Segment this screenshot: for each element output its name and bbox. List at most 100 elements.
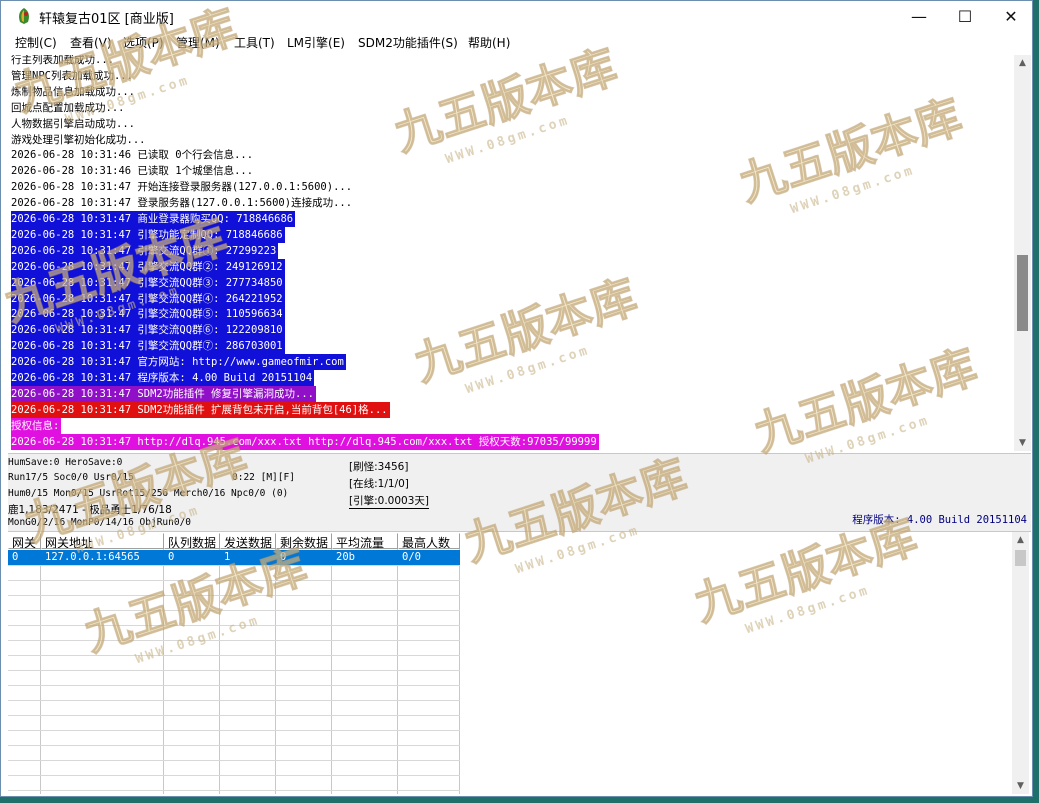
grid-line — [331, 549, 332, 794]
grid-line — [8, 655, 460, 656]
close-button[interactable]: ✕ — [988, 1, 1034, 31]
menu-manage[interactable]: 管理(M) — [176, 34, 220, 51]
menu-help[interactable]: 帮助(H) — [468, 34, 510, 51]
grid-line — [8, 610, 460, 611]
log-line: 2026-06-28 10:31:46 已读取 0个行会信息... — [11, 147, 256, 164]
column-header-remaining[interactable]: 剩余数据 — [276, 533, 332, 549]
status-monster-info: 鹿1,183/2471 - 极品勇士1/76/18 — [8, 504, 172, 516]
grid-line — [397, 549, 398, 794]
gateway-table[interactable]: 网关 网关地址 队列数据 发送数据 剩余数据 平均流量 最高人数 0 127.0… — [8, 532, 460, 794]
scroll-up-icon[interactable]: ▲ — [1014, 55, 1031, 71]
log-line: 行主列表加载成功... — [11, 55, 116, 68]
status-save-counts: HumSave:0 HeroSave:0 — [8, 457, 123, 468]
close-icon: ✕ — [1004, 6, 1018, 26]
log-line: 管理NPC列表加载成功... — [11, 67, 135, 84]
column-header-max-users[interactable]: 最高人数 — [398, 533, 460, 549]
online-count-label: [在线:1/1/0] — [349, 478, 409, 490]
grid-line — [40, 549, 41, 794]
engine-days-label: [引擎:0.0003天] — [349, 495, 429, 509]
scroll-up-icon[interactable]: ▲ — [1012, 532, 1029, 548]
column-header-queue[interactable]: 队列数据 — [164, 533, 220, 549]
cell-gateway: 0 — [12, 551, 19, 563]
cell-avg-traffic: 20b — [336, 551, 355, 563]
column-header-avg-traffic[interactable]: 平均流量 — [332, 533, 398, 549]
main-window: 轩辕复古01区 [商业版] — ☐ ✕ 控制(C) 查看(V) 选项(P) 管理… — [0, 0, 1033, 797]
minimize-icon: — — [911, 6, 927, 26]
table-scrollbar[interactable]: ▲ ▼ — [1012, 532, 1029, 794]
log-line: 2026-06-28 10:31:47 引擎交流QQ群⑤: 110596634 — [11, 306, 285, 323]
cell-max-users: 0/0 — [402, 551, 421, 563]
menu-bar: 控制(C) 查看(V) 选项(P) 管理(M) 工具(T) LM引擎(E) SD… — [1, 31, 1032, 53]
table-scroll-thumb[interactable] — [1015, 550, 1026, 566]
menu-view[interactable]: 查看(V) — [70, 34, 112, 51]
log-line: 2026-06-28 10:31:47 SDM2功能插件 修复引擎漏洞成功... — [11, 385, 317, 402]
status-timer: 0:22 [M][F] — [232, 472, 295, 483]
column-header-sent[interactable]: 发送数据 — [220, 533, 276, 549]
log-line: 回城点配置加载成功... — [11, 99, 127, 116]
grid-line — [8, 730, 460, 731]
window-title: 轩辕复古01区 [商业版] — [39, 12, 174, 27]
log-line: 2026-06-28 10:31:47 引擎交流QQ群①: 27299223 — [11, 242, 279, 259]
minimize-button[interactable]: — — [896, 1, 942, 31]
log-line: 2026-06-28 10:31:47 SDM2功能插件 扩展背包未开启,当前背… — [11, 401, 390, 418]
log-line: 2026-06-28 10:31:47 程序版本: 4.00 Build 201… — [11, 370, 315, 386]
scroll-down-icon[interactable]: ▼ — [1014, 435, 1031, 451]
grid-line — [8, 700, 460, 701]
menu-control[interactable]: 控制(C) — [15, 34, 57, 51]
grid-line — [8, 670, 460, 671]
grid-line — [8, 580, 460, 581]
status-run-counts: Run17/5 Soc0/0 Usr0/15 — [8, 472, 134, 483]
grid-line — [8, 565, 460, 566]
cell-queue: 0 — [168, 551, 175, 563]
log-line: 人物数据引擎启动成功... — [11, 115, 137, 132]
log-panel[interactable]: 行主列表加载成功... 管理NPC列表加载成功... 炼制物品信息加载成功... 回城… — [8, 55, 1014, 451]
cell-sent: 1 — [224, 551, 231, 563]
grid-line — [8, 685, 460, 686]
menu-options[interactable]: 选项(P) — [123, 34, 164, 51]
grid-line — [8, 625, 460, 626]
log-line: 2026-06-28 10:31:47 登录服务器(127.0.0.1:5600… — [11, 195, 355, 212]
version-label: 程序版本: 4.00 Build 20151104 — [852, 514, 1027, 526]
log-line: 2026-06-28 10:31:47 开始连接登录服务器(127.0.0.1:… — [11, 179, 355, 196]
cell-remaining: 0 — [280, 551, 287, 563]
grid-line — [8, 715, 460, 716]
menu-tools[interactable]: 工具(T) — [234, 34, 275, 51]
grid-line — [8, 790, 460, 791]
title-bar[interactable]: 轩辕复古01区 [商业版] — ☐ ✕ — [1, 1, 1032, 31]
log-scroll-thumb[interactable] — [1017, 255, 1028, 331]
column-header-gateway[interactable]: 网关 — [8, 533, 41, 549]
status-mon-counts: MonG0/2/16 MonP0/14/16 ObjRun0/0 — [8, 517, 192, 528]
status-panel: HumSave:0 HeroSave:0 Run17/5 Soc0/0 Usr0… — [8, 453, 1031, 532]
log-line: 2026-06-28 10:31:47 引擎交流QQ群③: 277734850 — [11, 274, 285, 291]
scroll-down-icon[interactable]: ▼ — [1012, 778, 1029, 794]
log-scrollbar[interactable]: ▲ ▼ — [1014, 55, 1031, 451]
grid-line — [459, 549, 460, 794]
log-line: 2026-06-28 10:31:47 引擎交流QQ群④: 264221952 — [11, 290, 285, 307]
app-icon — [19, 8, 29, 24]
grid-line — [8, 760, 460, 761]
refresh-monster-label: [刷怪:3456] — [349, 461, 409, 473]
column-header-address[interactable]: 网关地址 — [41, 533, 164, 549]
status-hum-counts: Hum0/15 Mon0/15 UsrRot15/256 Merch0/16 N… — [8, 488, 289, 499]
log-line: 炼制物品信息加载成功... — [11, 83, 137, 100]
grid-line — [8, 640, 460, 641]
cell-address: 127.0.0.1:64565 — [45, 551, 140, 563]
log-line: 2026-06-28 10:31:47 引擎交流QQ群⑦: 286703001 — [11, 338, 285, 355]
maximize-button[interactable]: ☐ — [942, 1, 988, 31]
log-line: 授权信息: — [11, 417, 62, 434]
grid-line — [163, 549, 164, 794]
grid-line — [8, 595, 460, 596]
maximize-icon: ☐ — [957, 6, 973, 26]
log-line: 2026-06-28 10:31:47 商业登录器购买QQ: 718846686 — [11, 211, 296, 227]
log-line: 2026-06-28 10:31:47 引擎交流QQ群②: 249126912 — [11, 258, 285, 275]
menu-sdm2-plugin[interactable]: SDM2功能插件(S) — [358, 34, 458, 51]
grid-line — [219, 549, 220, 794]
gateway-table-area: 网关 网关地址 队列数据 发送数据 剩余数据 平均流量 最高人数 0 127.0… — [8, 532, 1031, 794]
grid-line — [8, 745, 460, 746]
log-line: 2026-06-28 10:31:47 http://dlq.945.com/x… — [11, 433, 599, 450]
log-line: 2026-06-28 10:31:47 引擎交流QQ群⑥: 122209810 — [11, 322, 285, 339]
menu-lm-engine[interactable]: LM引擎(E) — [287, 34, 345, 51]
grid-line — [275, 549, 276, 794]
log-line: 游戏处理引擎初始化成功... — [11, 131, 148, 148]
log-line: 2026-06-28 10:31:47 引擎功能定制QQ: 718846686 — [11, 226, 285, 243]
